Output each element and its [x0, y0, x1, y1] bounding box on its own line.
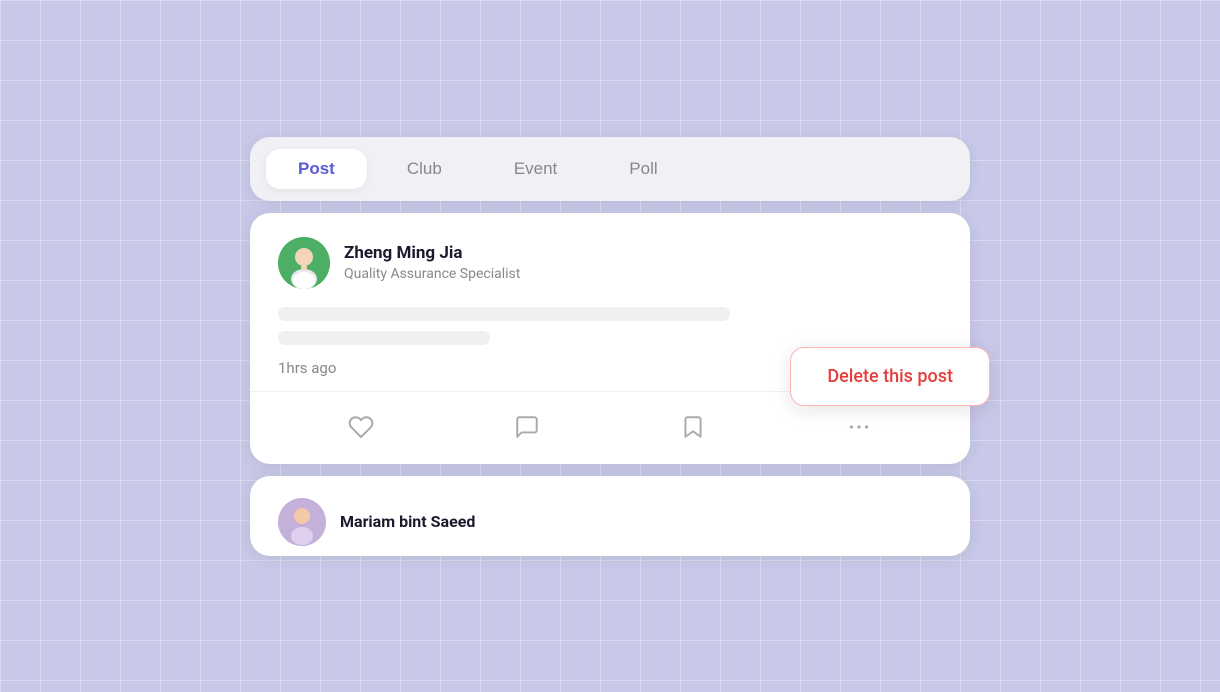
tab-post[interactable]: Post: [266, 149, 367, 189]
content-line-2: [278, 331, 490, 345]
like-button[interactable]: [278, 408, 444, 446]
avatar: [278, 237, 330, 289]
tab-poll[interactable]: Poll: [597, 149, 689, 189]
tab-event[interactable]: Event: [482, 149, 589, 189]
second-post-card: Mariam bint Saeed: [250, 476, 970, 556]
delete-popup[interactable]: Delete this post: [790, 347, 990, 406]
author-role: Quality Assurance Specialist: [344, 266, 520, 282]
tab-club[interactable]: Club: [375, 149, 474, 189]
more-button[interactable]: [776, 408, 942, 446]
post-content: [278, 307, 942, 345]
post-card: Zheng Ming Jia Quality Assurance Special…: [250, 213, 970, 464]
second-post-avatar: [278, 498, 326, 546]
author-info: Zheng Ming Jia Quality Assurance Special…: [344, 243, 520, 282]
second-post-author-name: Mariam bint Saeed: [340, 512, 475, 531]
delete-popup-label: Delete this post: [827, 366, 953, 387]
bookmark-button[interactable]: [610, 408, 776, 446]
author-name: Zheng Ming Jia: [344, 243, 520, 263]
second-post-author: Mariam bint Saeed: [278, 498, 942, 546]
post-author: Zheng Ming Jia Quality Assurance Special…: [278, 237, 942, 289]
comment-button[interactable]: [444, 408, 610, 446]
tabs-card: Post Club Event Poll: [250, 137, 970, 201]
content-line-1: [278, 307, 730, 321]
app-container: Post Club Event Poll: [250, 137, 970, 556]
second-post-author-info: Mariam bint Saeed: [340, 512, 475, 531]
